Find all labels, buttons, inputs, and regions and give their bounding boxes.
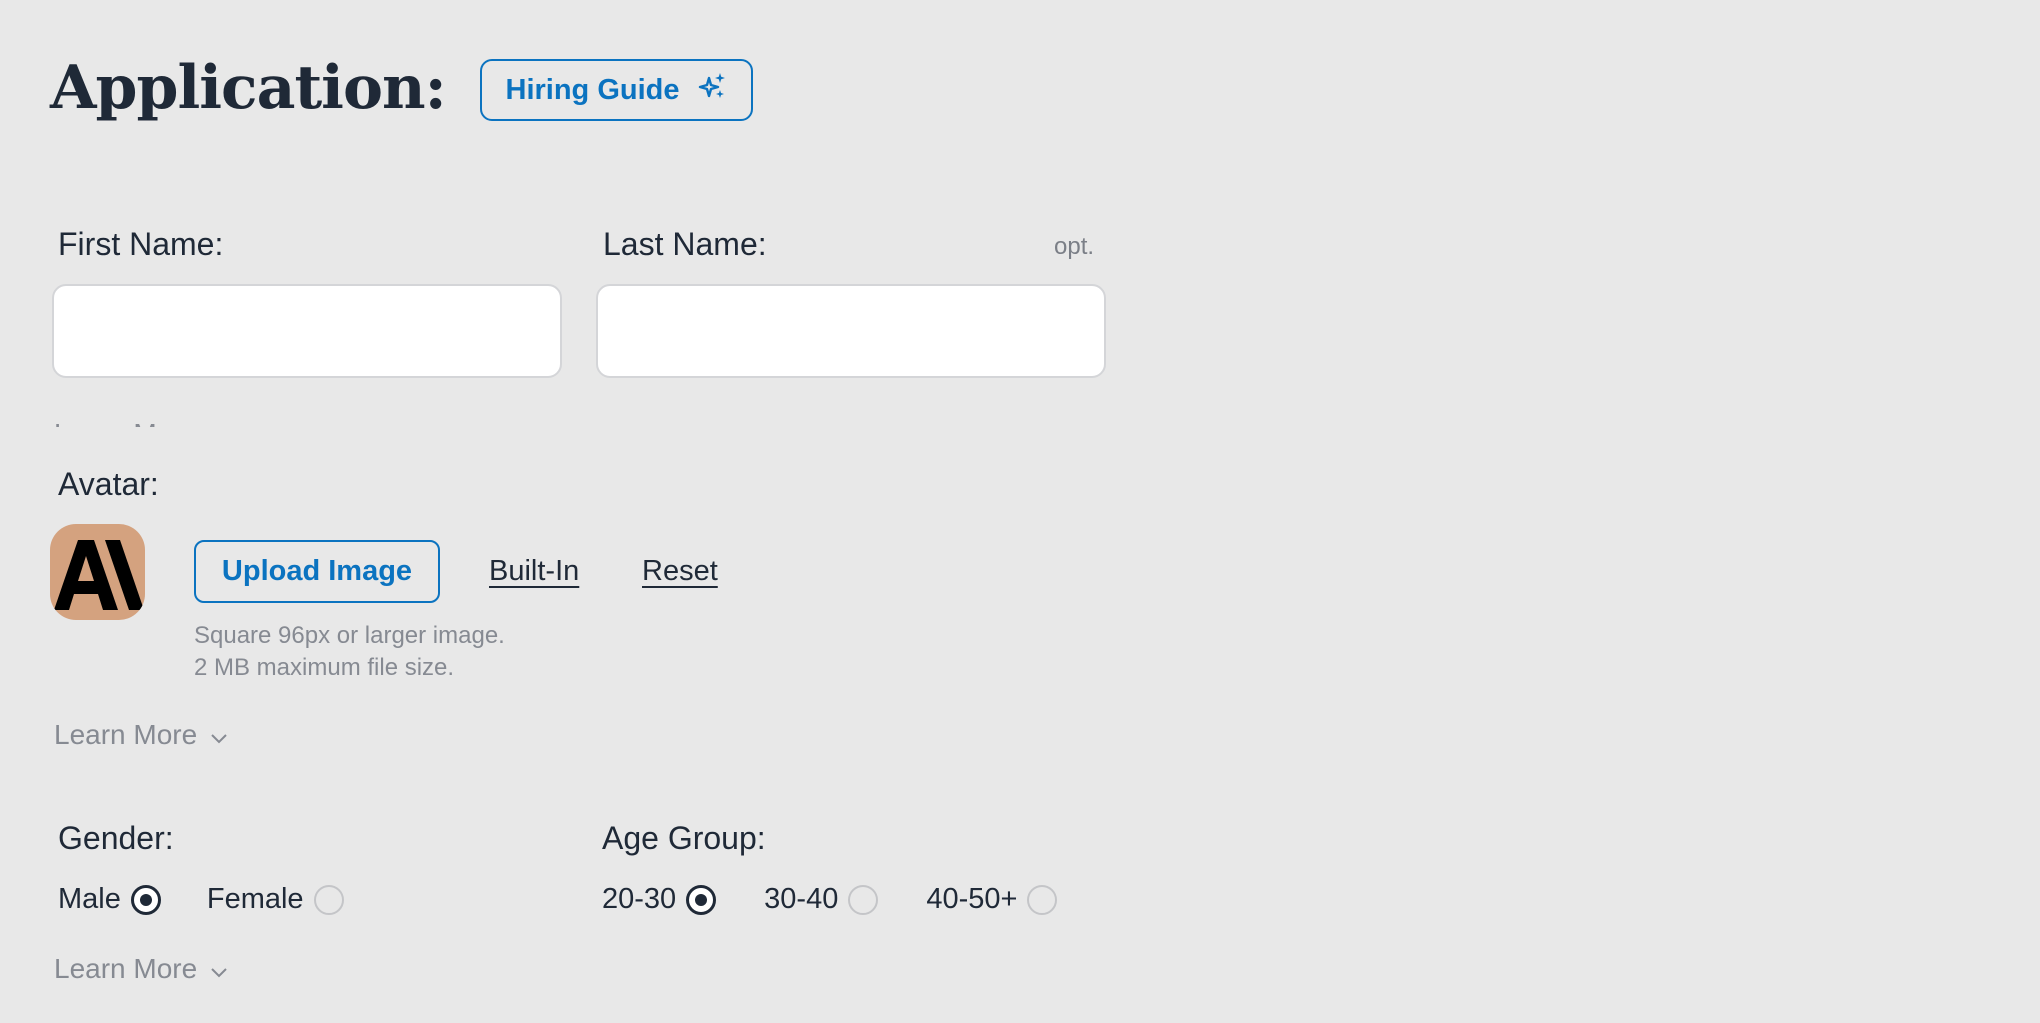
page-title: Application: — [50, 53, 447, 123]
age-option-30-40[interactable]: 30-40 — [764, 883, 879, 916]
gender-label: Gender: — [58, 820, 174, 856]
anthropic-logo-icon — [54, 540, 144, 610]
age-option-40-50-plus[interactable]: 40-50+ — [926, 883, 1058, 916]
built-in-link[interactable]: Built-In — [489, 555, 579, 588]
avatar-help-filesize: 2 MB maximum file size. — [194, 654, 455, 681]
radio-label: Male — [58, 883, 121, 915]
upload-image-button[interactable]: Upload Image — [194, 540, 440, 603]
chevron-down-icon — [211, 719, 227, 751]
learn-more-label: Learn More — [54, 719, 198, 750]
radio-button[interactable] — [1027, 884, 1058, 915]
last-name-input[interactable] — [596, 284, 1106, 378]
gender-option-male[interactable]: Male — [58, 883, 161, 916]
age-group-label: Age Group: — [602, 820, 766, 856]
radio-button[interactable] — [848, 884, 879, 915]
learn-more-label: Learn More — [54, 418, 197, 427]
first-name-label: First Name: — [58, 226, 224, 262]
gender-radio-group: Male Female — [58, 883, 344, 916]
name-learn-more-clipped: Learn More — [54, 418, 354, 427]
gender-option-female[interactable]: Female — [207, 883, 344, 916]
radio-label: Female — [206, 883, 304, 915]
avatar-help-size: Square 96px or larger image. — [194, 622, 505, 649]
last-name-label: Last Name: — [603, 226, 767, 262]
name-learn-more[interactable]: Learn More — [54, 418, 354, 427]
avatar-image — [50, 524, 145, 620]
first-name-input[interactable] — [52, 284, 562, 378]
age-option-20-30[interactable]: 20-30 — [602, 883, 717, 916]
demographics-learn-more[interactable]: Learn More — [54, 953, 227, 985]
learn-more-label: Learn More — [54, 953, 198, 984]
hiring-guide-label: Hiring Guide — [505, 73, 680, 106]
optional-tag: opt. — [1054, 233, 1095, 260]
reset-link[interactable]: Reset — [642, 555, 718, 588]
avatar-learn-more[interactable]: Learn More — [54, 719, 227, 751]
avatar-label: Avatar: — [58, 466, 159, 502]
radio-label: 20-30 — [602, 883, 677, 915]
radio-button[interactable] — [313, 884, 344, 915]
radio-button-checked[interactable] — [130, 884, 161, 915]
age-group-radio-group: 20-30 30-40 40-50+ — [602, 883, 1058, 916]
chevron-down-icon — [211, 953, 227, 985]
radio-label: 30-40 — [764, 883, 839, 915]
sparkles-icon — [698, 71, 728, 109]
radio-button-checked[interactable] — [686, 884, 717, 915]
radio-label: 40-50+ — [926, 883, 1018, 915]
hiring-guide-button[interactable]: Hiring Guide — [480, 59, 753, 121]
